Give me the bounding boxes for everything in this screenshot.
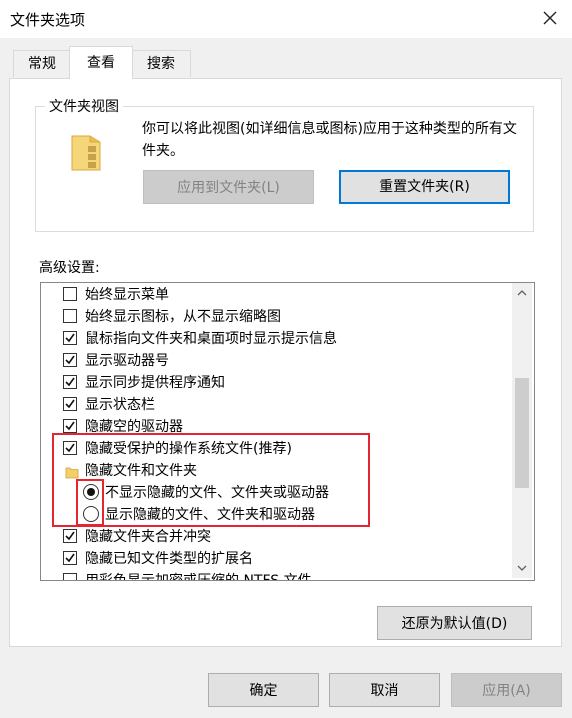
close-button[interactable] (536, 4, 564, 32)
cancel-button[interactable]: 取消 (329, 673, 440, 707)
checkbox-checked[interactable] (63, 529, 77, 543)
list-item-label: 用彩色显示加密或压缩的 NTFS 文件 (85, 573, 312, 581)
apply-to-folders-button[interactable]: 应用到文件夹(L) (143, 170, 314, 204)
scroll-down-arrow-icon[interactable] (512, 559, 532, 577)
list-item-label: 鼠标指向文件夹和桌面项时显示提示信息 (85, 331, 337, 347)
tab-general[interactable]: 常规 (13, 50, 71, 77)
list-item-label: 始终显示菜单 (85, 287, 169, 303)
list-item[interactable]: 隐藏已知文件类型的扩展名 (41, 548, 511, 570)
list-scrollbar[interactable] (512, 283, 532, 578)
restore-defaults-button[interactable]: 还原为默认值(D) (377, 606, 532, 640)
reset-folders-button[interactable]: 重置文件夹(R) (339, 170, 510, 204)
title-bar (0, 0, 572, 38)
list-item[interactable]: 鼠标指向文件夹和桌面项时显示提示信息 (41, 328, 511, 350)
checkbox-checked[interactable] (63, 397, 77, 411)
apply-button[interactable]: 应用(A) (451, 673, 562, 707)
list-item[interactable]: 始终显示图标，从不显示缩略图 (41, 306, 511, 328)
list-item[interactable]: 显示驱动器号 (41, 350, 511, 372)
list-item-label: 始终显示图标，从不显示缩略图 (85, 309, 281, 325)
list-item[interactable]: 用彩色显示加密或压缩的 NTFS 文件 (41, 570, 511, 581)
list-item-label: 隐藏文件夹合并冲突 (85, 529, 211, 545)
list-item-label: 显示状态栏 (85, 397, 155, 413)
checkbox-checked[interactable] (63, 551, 77, 565)
scrollbar-thumb[interactable] (515, 378, 529, 488)
advanced-settings-list: 始终显示菜单 始终显示图标，从不显示缩略图 鼠标指向文件夹和桌面项时显示提示信息… (40, 282, 535, 581)
window-title: 文件夹选项 (10, 11, 86, 29)
scroll-up-arrow-icon[interactable] (512, 284, 532, 302)
advanced-settings-label: 高级设置: (39, 260, 100, 276)
checkbox[interactable] (63, 287, 77, 301)
list-item-label: 隐藏已知文件类型的扩展名 (85, 551, 253, 567)
folder-views-legend: 文件夹视图 (45, 96, 123, 116)
list-item-label: 显示驱动器号 (85, 353, 169, 369)
checkbox-checked[interactable] (63, 419, 77, 433)
checkbox[interactable] (63, 309, 77, 323)
list-item[interactable]: 始终显示菜单 (41, 284, 511, 306)
tab-view[interactable]: 查看 (69, 46, 133, 79)
list-item-label: 显示同步提供程序通知 (85, 375, 225, 391)
close-icon (543, 11, 557, 25)
list-item[interactable]: 显示状态栏 (41, 394, 511, 416)
checkbox[interactable] (63, 573, 77, 580)
checkbox-checked[interactable] (63, 375, 77, 389)
ok-button[interactable]: 确定 (208, 673, 319, 707)
folder-view-icon (68, 132, 104, 172)
checkbox-checked[interactable] (63, 331, 77, 345)
annotation-radio-highlight (76, 479, 104, 526)
tab-search[interactable]: 搜索 (131, 50, 191, 77)
checkbox-checked[interactable] (63, 353, 77, 367)
list-item[interactable]: 显示同步提供程序通知 (41, 372, 511, 394)
folder-views-description: 你可以将此视图(如详细信息或图标)应用于这种类型的所有文件夹。 (142, 121, 517, 159)
list-item[interactable]: 隐藏文件夹合并冲突 (41, 526, 511, 548)
